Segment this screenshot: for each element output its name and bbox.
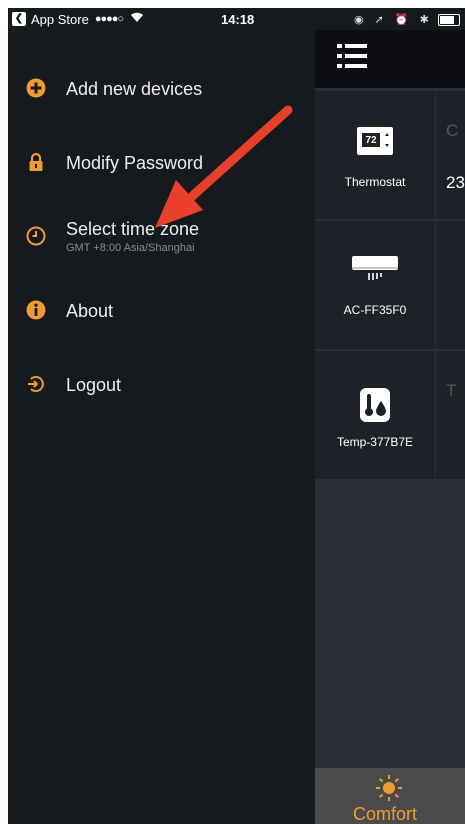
lock-icon bbox=[29, 152, 43, 171]
phone-screen: ❮ App Store ●●●●○ 14:18 ◉ ➚ ⏰ ✱ Add new … bbox=[8, 8, 465, 824]
temperature-humidity-icon bbox=[360, 388, 390, 422]
device-status-peek: C bbox=[446, 121, 459, 140]
device-status-peek: T bbox=[446, 381, 457, 400]
device-cell: AC-FF35F0 bbox=[315, 221, 436, 349]
sun-icon bbox=[376, 775, 402, 801]
status-bar: ❮ App Store ●●●●○ 14:18 ◉ ➚ ⏰ ✱ bbox=[8, 8, 465, 30]
menu-label-modify-password: Modify Password bbox=[66, 153, 204, 173]
menu-item-about[interactable]: About bbox=[8, 288, 315, 336]
tab-label-comfort: Comfort bbox=[353, 804, 418, 824]
device-cell: 72 Thermostat bbox=[315, 91, 436, 219]
menu-item-add-devices[interactable]: Add new devices bbox=[8, 66, 315, 114]
battery-icon bbox=[438, 14, 460, 26]
menu-label-about: About bbox=[66, 301, 114, 321]
back-arrow-icon[interactable]: ❮ bbox=[12, 12, 26, 26]
current-time-zone: GMT +8:00 Asia/Shanghai bbox=[66, 242, 195, 254]
menu-item-time-zone[interactable]: Select time zone GMT +8:00 Asia/Shanghai bbox=[8, 208, 315, 264]
device-cell: Temp-377B7E bbox=[315, 351, 436, 479]
menu-label-add-devices: Add new devices bbox=[66, 79, 203, 99]
menu-label-time-zone: Select time zone bbox=[66, 219, 200, 239]
status-time: 14:18 bbox=[221, 11, 255, 27]
device-card-thermostat[interactable]: 72 Thermostat C 23 bbox=[315, 90, 465, 219]
device-temperature-peek: 23 bbox=[446, 173, 465, 192]
main-content-panel: 72 Thermostat C 23 AC-FF35F0 Temp-377B7E… bbox=[315, 30, 465, 824]
tab-comfort[interactable]: Comfort bbox=[315, 768, 465, 824]
device-card-ac[interactable]: AC-FF35F0 bbox=[315, 220, 465, 349]
info-icon bbox=[26, 300, 46, 320]
device-card-temp-sensor[interactable]: Temp-377B7E T bbox=[315, 350, 465, 479]
device-name: AC-FF35F0 bbox=[343, 303, 407, 317]
logout-icon bbox=[28, 376, 44, 392]
back-app-label[interactable]: App Store bbox=[31, 12, 89, 27]
signal-strength: ●●●●○ bbox=[94, 13, 124, 25]
thermostat-setpoint: 72 bbox=[365, 135, 377, 146]
wifi-icon bbox=[130, 12, 144, 26]
device-name: Thermostat bbox=[344, 175, 406, 189]
device-name: Temp-377B7E bbox=[336, 435, 414, 449]
menu-item-modify-password[interactable]: Modify Password bbox=[8, 140, 315, 188]
status-icons: ◉ ➚ ⏰ ✱ bbox=[354, 13, 433, 26]
menu-label-logout: Logout bbox=[66, 375, 122, 395]
top-bar bbox=[315, 30, 465, 88]
plus-circle-icon bbox=[26, 78, 46, 98]
tab-bar: Comfort bbox=[315, 768, 465, 824]
air-conditioner-icon bbox=[352, 256, 398, 280]
side-drawer: Add new devices Modify Password Select t… bbox=[8, 30, 315, 824]
clock-icon bbox=[26, 226, 46, 246]
menu-item-logout[interactable]: Logout bbox=[8, 362, 315, 410]
menu-icon[interactable] bbox=[337, 44, 367, 68]
